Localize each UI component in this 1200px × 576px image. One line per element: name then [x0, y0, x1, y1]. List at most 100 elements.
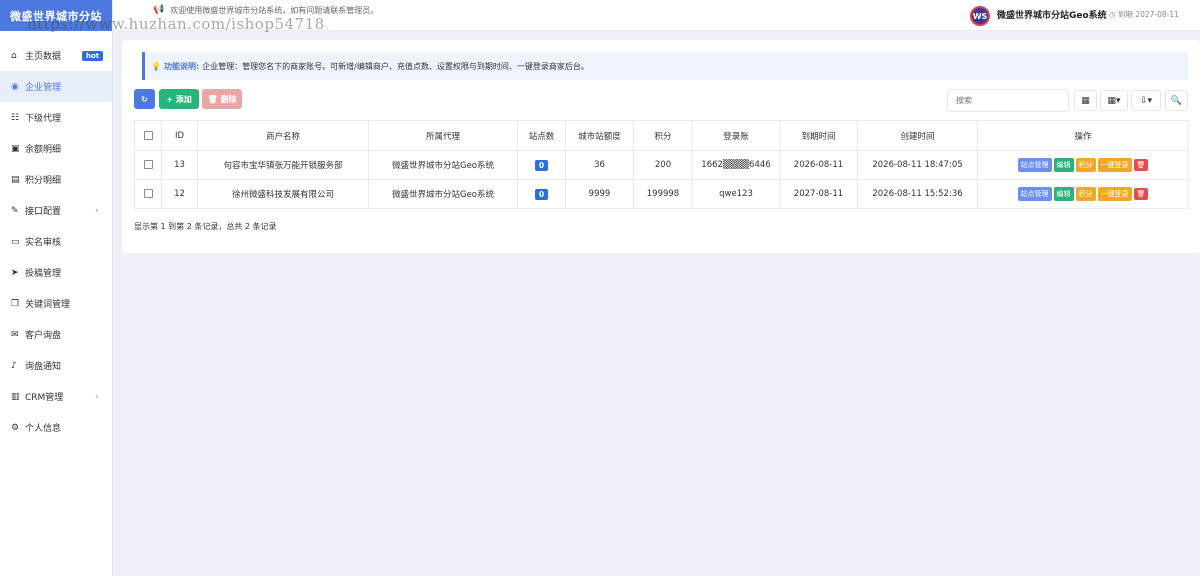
- cell-points: 199998: [633, 179, 693, 209]
- sidebar-item-crm[interactable]: ▥ CRM管理 ‹: [0, 381, 112, 412]
- site-manage-button[interactable]: 站点管理: [1017, 158, 1052, 172]
- profile-icon: ⚙: [11, 422, 20, 433]
- main-panel: 💡 功能说明: 企业管理：管理您名下的商家账号。可新增/编辑商户、充值点数、设置…: [122, 40, 1200, 253]
- sidebar-item-enterprise[interactable]: ◉ 企业管理: [0, 71, 112, 102]
- cell-expire: 2027-08-11: [779, 179, 858, 209]
- sidebar-item-label: 关键词管理: [25, 300, 71, 310]
- keywords-icon: ❐: [11, 298, 20, 309]
- sidebar-item-balance[interactable]: ▣ 余额明细: [0, 133, 112, 164]
- col-agent[interactable]: 所属代理: [368, 120, 518, 151]
- col-id[interactable]: ID: [161, 120, 198, 151]
- refresh-button[interactable]: ↻: [134, 89, 155, 109]
- chevron-left-icon: ‹: [95, 205, 99, 216]
- expire-date: ◷ 到期 2027-08-11: [1109, 10, 1179, 19]
- col-quota[interactable]: 城市站额度: [565, 120, 634, 151]
- sidebar-item-notify[interactable]: ♪ 询盘通知: [0, 350, 112, 381]
- api-icon: ✎: [11, 205, 19, 216]
- crm-icon: ▥: [11, 391, 20, 402]
- sidebar-item-keywords[interactable]: ❐ 关键词管理: [0, 288, 112, 319]
- lightbulb-icon: 💡: [151, 61, 161, 71]
- points-button[interactable]: 积分: [1075, 158, 1096, 172]
- cell-actions: 站点管理 编辑 积分 一键登录 🗑: [977, 179, 1189, 209]
- sidebar-item-home[interactable]: ⌂ 主页数据 hot: [0, 40, 112, 71]
- points-button[interactable]: 积分: [1075, 187, 1096, 201]
- cell-agent: 微盛世界城市分站Geo系统: [368, 150, 518, 180]
- row-select-cell[interactable]: [134, 179, 162, 209]
- search-icon[interactable]: 🔍: [1165, 90, 1188, 111]
- delete-row-button[interactable]: 🗑: [1133, 159, 1149, 171]
- col-created[interactable]: 创建时间: [857, 120, 978, 151]
- row-select-cell[interactable]: [134, 150, 162, 180]
- col-sites[interactable]: 站点数: [517, 120, 566, 151]
- sidebar-item-submission[interactable]: ➤ 投稿管理: [0, 257, 112, 288]
- cell-quota: 36: [565, 150, 634, 180]
- cell-expire: 2026-08-11: [779, 150, 858, 180]
- inquiry-icon: ✉: [11, 329, 19, 340]
- sidebar-item-agents[interactable]: ☷ 下级代理: [0, 102, 112, 133]
- add-button[interactable]: + 添加: [159, 89, 199, 109]
- table-row[interactable]: 12 徐州微盛科技发展有限公司 微盛世界城市分站Geo系统 0 9999 199998 qw…: [134, 179, 1189, 209]
- select-all-checkbox[interactable]: [143, 130, 153, 140]
- enterprise-icon: ◉: [11, 81, 19, 92]
- table-header: ID 商户名称 所属代理 站点数 城市站额度 积分 登录账 到期时间 创建时间 …: [134, 120, 1189, 151]
- sidebar-item-realname[interactable]: ▭ 实名审核: [0, 226, 112, 257]
- row-checkbox[interactable]: [143, 160, 153, 169]
- row-checkbox[interactable]: [143, 189, 153, 198]
- one-click-login-button[interactable]: 一键登录: [1097, 187, 1132, 201]
- edit-button[interactable]: 编辑: [1053, 187, 1074, 201]
- sidebar-item-label: 积分明细: [25, 176, 62, 186]
- sidebar-item-label: 主页数据: [25, 52, 62, 62]
- cell-account: 1662▒▒▒▒6446: [692, 150, 780, 180]
- sidebar-item-label: 实名审核: [25, 238, 62, 248]
- sidebar-nav: ⌂ 主页数据 hot ◉ 企业管理 ☷ 下级代理 ▣ 余额明细 ▤ 积分明细 ✎ 接口配置 ‹ ▭ 实名审核 ➤…: [0, 40, 112, 443]
- list-view-icon[interactable]: ▦: [1074, 90, 1097, 111]
- cell-created: 2026-08-11 18:47:05: [857, 150, 978, 180]
- sites-badge[interactable]: 0: [534, 188, 549, 200]
- system-name[interactable]: 微盛世界城市分站Geo系统: [997, 8, 1107, 21]
- watermark-text: https://www.huzhan.com/ishop54718: [27, 15, 325, 33]
- realname-icon: ▭: [11, 236, 20, 247]
- info-title: 功能说明:: [163, 61, 200, 71]
- sidebar: 微盛世界城市分站 ⌂ 主页数据 hot ◉ 企业管理 ☷ 下级代理 ▣ 余额明细 ▤ 积分明细 ✎ 接口…: [0, 0, 113, 576]
- home-icon: ⌂: [11, 50, 17, 61]
- cell-name: 句容市宝华镇张万能开锁服务部: [197, 150, 369, 180]
- balance-icon: ▣: [11, 143, 20, 154]
- cell-account: qwe123: [692, 179, 780, 209]
- delete-row-button[interactable]: 🗑: [1133, 188, 1149, 200]
- col-name[interactable]: 商户名称: [197, 120, 369, 151]
- cell-created: 2026-08-11 15:52:36: [857, 179, 978, 209]
- points-icon: ▤: [11, 174, 20, 185]
- sites-badge[interactable]: 0: [534, 159, 549, 171]
- notify-icon: ♪: [11, 360, 17, 371]
- col-expire[interactable]: 到期时间: [779, 120, 858, 151]
- sidebar-item-label: 投稿管理: [25, 269, 62, 279]
- function-info: 💡 功能说明: 企业管理：管理您名下的商家账号。可新增/编辑商户、充值点数、设置…: [142, 52, 1188, 80]
- select-all-cell[interactable]: [134, 120, 162, 151]
- info-text: 企业管理：管理您名下的商家账号。可新增/编辑商户、充值点数、设置权限与到期时间、…: [202, 61, 589, 71]
- col-actions: 操作: [977, 120, 1189, 151]
- edit-button[interactable]: 编辑: [1053, 158, 1074, 172]
- delete-button[interactable]: 🗑 删除: [202, 89, 242, 109]
- sidebar-item-api[interactable]: ✎ 接口配置 ‹: [0, 195, 112, 226]
- megaphone-icon: 📢: [153, 5, 165, 15]
- one-click-login-button[interactable]: 一键登录: [1097, 158, 1132, 172]
- sidebar-item-inquiry[interactable]: ✉ 客户询盘: [0, 319, 112, 350]
- columns-icon[interactable]: ▦▾: [1100, 90, 1128, 111]
- sidebar-item-label: CRM管理: [25, 393, 64, 403]
- sidebar-item-label: 下级代理: [25, 114, 62, 124]
- sidebar-item-profile[interactable]: ⚙ 个人信息: [0, 412, 112, 443]
- col-points[interactable]: 积分: [633, 120, 693, 151]
- export-icon[interactable]: ⇩▾: [1131, 90, 1161, 111]
- chevron-left-icon: ‹: [95, 391, 99, 402]
- col-account[interactable]: 登录账: [692, 120, 780, 151]
- top-bar: 📢 欢迎使用微盛世界城市分站系统，如有问题请联系管理员。 https://www…: [27, 0, 1200, 33]
- sidebar-item-label: 客户询盘: [25, 331, 62, 341]
- site-manage-button[interactable]: 站点管理: [1017, 187, 1052, 201]
- table-row[interactable]: 13 句容市宝华镇张万能开锁服务部 微盛世界城市分站Geo系统 0 36 200 1662▒…: [134, 150, 1189, 180]
- sidebar-item-label: 企业管理: [25, 83, 62, 93]
- cell-quota: 9999: [565, 179, 634, 209]
- cell-sites: 0: [517, 179, 566, 209]
- system-logo: WS: [970, 6, 990, 26]
- search-input[interactable]: [947, 89, 1069, 112]
- sidebar-item-points[interactable]: ▤ 积分明细: [0, 164, 112, 195]
